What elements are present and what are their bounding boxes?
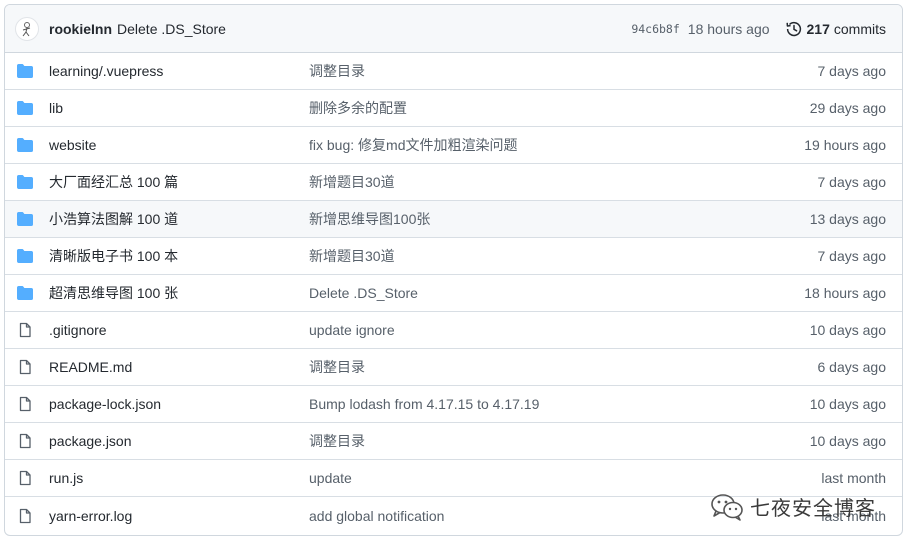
file-row[interactable]: lib 删除多余的配置 29 days ago [5, 90, 902, 127]
file-row[interactable]: package-lock.json Bump lodash from 4.17.1… [5, 386, 902, 423]
latest-commit-bar: rookieInn Delete .DS_Store 94c6b8f 18 ho… [5, 5, 902, 53]
file-commit-age: 7 days ago [817, 248, 887, 264]
file-name-link[interactable]: run.js [49, 470, 309, 486]
file-icon [17, 322, 33, 338]
history-icon [785, 21, 801, 36]
file-commit-message-link[interactable]: update ignore [309, 322, 810, 338]
file-commit-message-link[interactable]: 调整目录 [309, 61, 818, 81]
latest-commit-message[interactable]: Delete .DS_Store [117, 21, 226, 37]
file-name-link[interactable]: 清晰版电子书 100 本 [49, 246, 309, 266]
file-row[interactable]: .gitignore update ignore 10 days ago [5, 312, 902, 349]
file-commit-message-link[interactable]: 新增题目30道 [309, 172, 818, 192]
folder-icon [17, 211, 33, 227]
file-name-link[interactable]: 小浩算法图解 100 道 [49, 209, 309, 229]
commits-label: commits [833, 20, 886, 37]
folder-icon [17, 137, 33, 153]
file-name-link[interactable]: README.md [49, 359, 309, 375]
file-commit-age: 19 hours ago [804, 137, 886, 153]
folder-icon [17, 285, 33, 301]
file-commit-message-link[interactable]: update [309, 470, 821, 486]
file-commit-message-link[interactable]: 调整目录 [309, 357, 818, 377]
file-row[interactable]: 超清思维导图 100 张 Delete .DS_Store 18 hours ago [5, 275, 902, 312]
file-name-link[interactable]: learning/.vuepress [49, 63, 309, 79]
file-row[interactable]: 小浩算法图解 100 道新增思维导图100张 13 days ago [5, 201, 902, 238]
file-icon [17, 508, 33, 524]
file-commit-age: 7 days ago [817, 174, 887, 190]
file-commit-age: 18 hours ago [804, 285, 886, 301]
file-row[interactable]: website fix bug: 修复md文件加粗渲染问题 19 hours ago [5, 127, 902, 164]
file-name-link[interactable]: package.json [49, 433, 309, 449]
file-icon [17, 470, 33, 486]
file-commit-message-link[interactable]: Bump lodash from 4.17.15 to 4.17.19 [309, 396, 810, 412]
file-commit-message-link[interactable]: Delete .DS_Store [309, 285, 804, 301]
file-name-link[interactable]: yarn-error.log [49, 508, 309, 524]
file-commit-age: 10 days ago [809, 433, 886, 449]
file-row[interactable]: run.js update last month [5, 460, 902, 497]
file-row[interactable]: 大厂面经汇总 100 篇新增题目30道 7 days ago [5, 164, 902, 201]
author-avatar[interactable] [15, 16, 39, 41]
file-commit-age: 13 days ago [809, 211, 886, 227]
file-commit-age: 6 days ago [817, 359, 887, 375]
commits-count: 217 [806, 20, 830, 37]
file-commit-message-link[interactable]: 新增题目30道 [309, 246, 818, 266]
folder-icon [17, 174, 33, 190]
file-commit-age: last month [821, 507, 886, 524]
file-commit-age: 29 days ago [809, 100, 886, 116]
file-commit-message-link[interactable]: 删除多余的配置 [309, 98, 810, 118]
file-row[interactable]: package.json 调整目录 10 days ago [5, 423, 902, 460]
file-row[interactable]: learning/.vuepress 调整目录 7 days ago [5, 53, 902, 90]
file-row[interactable]: yarn-error.log add global notification las… [5, 497, 902, 534]
file-commit-message-link[interactable]: 调整目录 [309, 431, 810, 451]
file-commit-age: last month [821, 470, 886, 486]
file-commit-age: 7 days ago [817, 63, 887, 79]
file-name-link[interactable]: 大厂面经汇总 100 篇 [49, 172, 309, 192]
file-icon [17, 433, 33, 449]
commit-age: 18 hours ago [687, 20, 770, 37]
file-commit-message-link[interactable]: fix bug: 修复md文件加粗渲染问题 [309, 135, 804, 155]
file-list: learning/.vuepress 调整目录 7 days ago lib 删除多余的… [5, 53, 902, 534]
file-commit-age: 10 days ago [809, 396, 886, 412]
file-name-link[interactable]: package-lock.json [49, 396, 309, 412]
file-commit-age: 10 days ago [809, 322, 886, 338]
folder-icon [17, 248, 33, 264]
folder-icon [17, 100, 33, 116]
file-browser: rookieInn Delete .DS_Store 94c6b8f 18 ho… [4, 4, 903, 536]
file-name-link[interactable]: .gitignore [49, 322, 309, 338]
file-row[interactable]: 清晰版电子书 100 本新增题目30道 7 days ago [5, 238, 902, 275]
commit-sha[interactable]: 94c6b8f [631, 22, 679, 36]
file-commit-message-link[interactable]: add global notification [309, 508, 821, 524]
file-name-link[interactable]: 超清思维导图 100 张 [49, 283, 309, 303]
commits-history-link[interactable]: 217 commits [785, 20, 886, 37]
file-name-link[interactable]: website [49, 137, 309, 153]
file-commit-message-link[interactable]: 新增思维导图100张 [309, 209, 810, 229]
folder-icon [17, 63, 33, 79]
file-row[interactable]: README.md 调整目录 6 days ago [5, 349, 902, 386]
file-name-link[interactable]: lib [49, 100, 309, 116]
file-icon [17, 359, 33, 375]
commit-author[interactable]: rookieInn [49, 21, 112, 37]
file-icon [17, 396, 33, 412]
